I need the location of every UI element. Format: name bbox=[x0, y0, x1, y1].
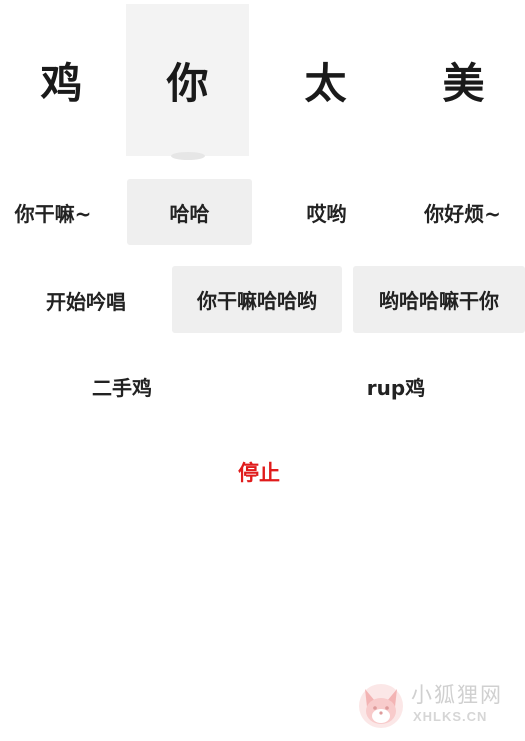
sound-button-label: 哈哈 bbox=[169, 201, 210, 226]
sound-button-ni-hao-fan[interactable]: 你好烦~ bbox=[400, 180, 525, 244]
site-watermark: 小狐狸网 XHLKS.CN bbox=[357, 677, 517, 733]
sound-button-label: 二手鸡 bbox=[92, 375, 152, 400]
sound-button-label: 哎哟 bbox=[306, 201, 347, 226]
big-key-label: 你 bbox=[166, 58, 209, 108]
big-key-label: 太 bbox=[304, 58, 347, 108]
ripple-indicator bbox=[170, 152, 205, 160]
big-key-label: 鸡 bbox=[40, 58, 83, 108]
sound-button-yo-ha-ha-ma-gan-ni[interactable]: 哟哈哈嘛干你 bbox=[353, 266, 525, 333]
watermark-subtitle: XHLKS.CN bbox=[413, 709, 488, 724]
sound-button-label: 哟哈哈嘛干你 bbox=[379, 289, 499, 313]
big-key-mei[interactable]: 美 bbox=[402, 4, 525, 156]
big-key-label: 美 bbox=[442, 58, 485, 108]
sound-button-kai-shi-yin-chang[interactable]: 开始吟唱 bbox=[6, 267, 166, 333]
big-key-tai[interactable]: 太 bbox=[264, 4, 387, 156]
sound-button-haha[interactable]: 哈哈 bbox=[127, 179, 252, 245]
sound-button-ni-gan-ma[interactable]: 你干嘛~ bbox=[0, 180, 106, 244]
sound-button-label: 你干嘛哈哈哟 bbox=[197, 289, 317, 313]
stop-button[interactable]: 停止 bbox=[204, 448, 314, 496]
watermark-title: 小狐狸网 bbox=[411, 683, 503, 707]
sound-button-ni-gan-ma-ha-ha-yo[interactable]: 你干嘛哈哈哟 bbox=[172, 266, 342, 333]
sound-button-label: 你好烦~ bbox=[424, 201, 501, 226]
big-key-ji[interactable]: 鸡 bbox=[0, 4, 123, 156]
fox-logo-icon bbox=[359, 684, 403, 728]
sound-button-label: 开始吟唱 bbox=[46, 289, 126, 314]
sound-button-er-shou-ji[interactable]: 二手鸡 bbox=[52, 354, 192, 418]
big-key-ni[interactable]: 你 bbox=[126, 4, 249, 160]
sound-button-label: 你干嘛~ bbox=[14, 201, 92, 226]
sound-button-rup-ji[interactable]: rup鸡 bbox=[326, 354, 466, 418]
sound-button-aiyo[interactable]: 哎哟 bbox=[264, 180, 389, 244]
sound-button-label: rup鸡 bbox=[366, 375, 426, 400]
big-character-row: 鸡 你 太 美 bbox=[0, 0, 525, 160]
stop-button-label: 停止 bbox=[238, 461, 280, 485]
